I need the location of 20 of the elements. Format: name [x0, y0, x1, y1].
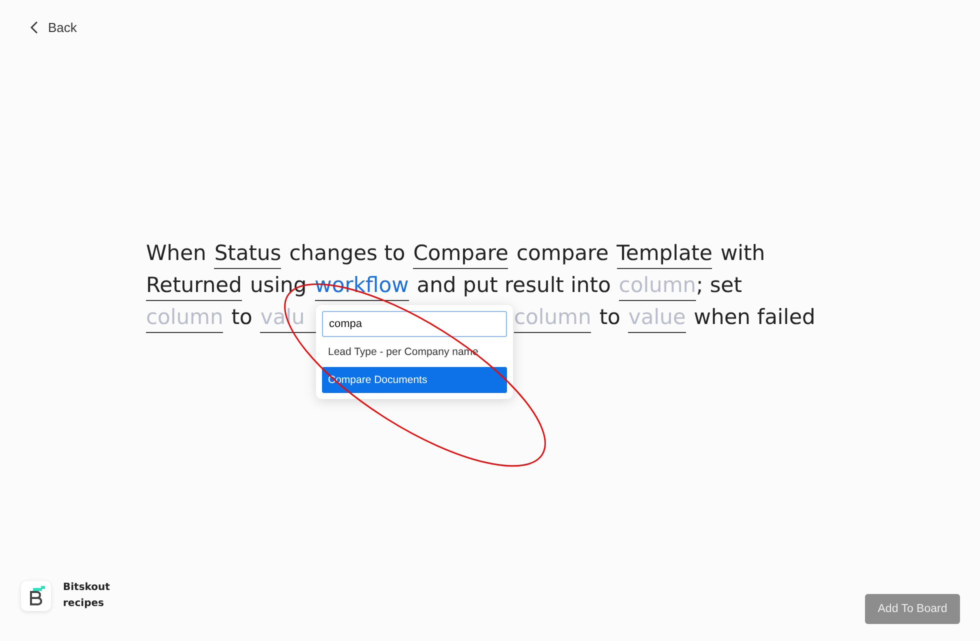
sentence-text: to — [231, 304, 252, 331]
slot-link[interactable]: Status — [214, 240, 282, 269]
sentence-text: compare — [516, 240, 609, 267]
slot-link[interactable]: Template — [616, 240, 712, 269]
chevron-left-icon — [30, 21, 38, 34]
slot-link[interactable]: workflow — [314, 272, 409, 301]
logo-icon — [21, 581, 51, 611]
brand-name: Bitskout recipes — [63, 581, 111, 611]
slot-link[interactable]: Returned — [146, 272, 242, 301]
sentence-text: ; set — [696, 272, 742, 299]
sentence-text: When — [146, 240, 206, 267]
sentence-text: with — [720, 240, 766, 267]
sentence-text: to — [599, 304, 620, 331]
sentence-text: using — [250, 272, 307, 299]
sentence-text: changes to — [289, 240, 406, 267]
slot-link[interactable]: Compare — [413, 240, 508, 269]
back-button[interactable]: Back — [30, 18, 77, 37]
search-field[interactable]: compa — [322, 311, 507, 337]
sentence-text: and put result into — [416, 272, 611, 299]
sentence-text: when failed — [694, 304, 816, 331]
